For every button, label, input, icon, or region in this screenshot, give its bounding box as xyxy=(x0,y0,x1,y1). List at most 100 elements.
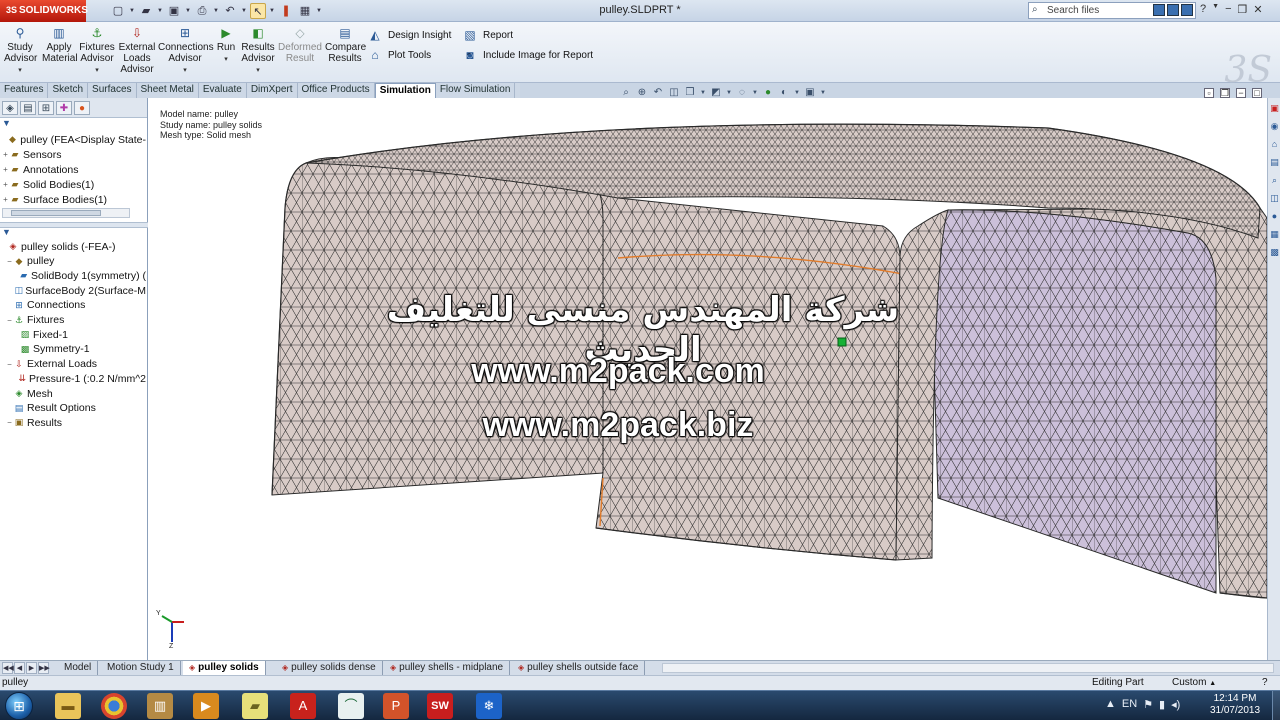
compare-results-button[interactable]: ▤ Compare Results xyxy=(325,24,366,64)
tree-horizontal-scrollbar[interactable] xyxy=(2,208,130,218)
appearances-icon[interactable]: ● xyxy=(1269,210,1280,222)
solidworks-resources-icon[interactable]: ◉ xyxy=(1269,120,1280,132)
dropdown-icon[interactable]: ▼ xyxy=(269,3,275,19)
powerpoint-icon[interactable]: P xyxy=(383,693,409,719)
custom-properties-icon[interactable]: ▦ xyxy=(1269,228,1280,240)
expand-icon[interactable]: − xyxy=(6,360,13,369)
dropdown-icon[interactable]: ▼ xyxy=(241,3,247,19)
dropdown-icon[interactable]: ▼ xyxy=(157,3,163,19)
windows-start-icon[interactable]: ⊞ xyxy=(5,692,33,720)
tree-item[interactable]: + ▰ Solid Bodies(1) xyxy=(0,177,146,192)
tab-simulation[interactable]: Simulation xyxy=(374,83,436,98)
study-tree-item[interactable]: − ⇩ External Loads xyxy=(0,357,146,372)
study-tree-item[interactable]: ◫ SurfaceBody 2(Surface-M xyxy=(0,283,146,298)
study-tree-item[interactable]: ◈ Mesh xyxy=(0,386,146,401)
rebuild-icon[interactable]: ❚ xyxy=(278,3,294,19)
solidworks-logo[interactable]: 3S SOLIDWORKS xyxy=(0,0,88,22)
flag-icon[interactable]: ⚑ xyxy=(1143,698,1153,711)
dropdown-icon[interactable]: ▾ xyxy=(4,65,36,76)
forum-icon[interactable]: ▩ xyxy=(1269,246,1280,258)
study-tree-item[interactable]: ▰ SolidBody 1(symmetry) ( xyxy=(0,268,146,283)
study-tab-pulley-shells-outside-face[interactable]: ◈ pulley shells outside face xyxy=(512,661,646,676)
dropdown-icon[interactable]: ▼ xyxy=(213,3,219,19)
snowflake-app-icon[interactable]: ❄ xyxy=(476,693,502,719)
expand-icon[interactable]: − xyxy=(6,316,13,325)
tab-sheet-metal[interactable]: Sheet Metal xyxy=(137,83,199,98)
study-tree-item[interactable]: − ◆ pulley xyxy=(0,254,146,269)
study-tree-item[interactable]: ▩ Symmetry-1 xyxy=(0,342,146,357)
connections-advisor-button[interactable]: ⊞ Connections Advisor ▾ xyxy=(158,24,214,76)
minimize-icon[interactable]: − xyxy=(1225,3,1231,16)
fixtures-advisor-button[interactable]: ⚓ Fixtures Advisor ▾ xyxy=(79,24,115,76)
dropdown-icon[interactable]: ▼ xyxy=(185,3,191,19)
previous-tab-icon[interactable]: ◀ xyxy=(14,662,25,674)
tree-item[interactable]: + ▰ Surface Bodies(1) xyxy=(0,192,146,207)
study-tree-item[interactable]: − ⚓ Fixtures xyxy=(0,313,146,328)
dimxpert-tab-icon[interactable]: ✚ xyxy=(56,101,72,115)
tab-features[interactable]: Features xyxy=(0,83,49,98)
restore-icon[interactable]: ❐ xyxy=(1220,88,1230,98)
graph-app-icon[interactable]: ⌒ xyxy=(338,693,364,719)
minimize-icon[interactable]: − xyxy=(1236,88,1246,98)
search-option-icon[interactable] xyxy=(1167,4,1179,16)
scrollbar-thumb[interactable] xyxy=(11,210,101,216)
restore-icon[interactable]: ❐ xyxy=(1238,3,1248,16)
study-tab-model[interactable]: Model xyxy=(58,661,99,676)
maximize-icon[interactable]: □ xyxy=(1252,88,1262,98)
tab-sketch[interactable]: Sketch xyxy=(48,83,89,98)
study-tab-pulley-solids-dense[interactable]: ◈ pulley solids dense xyxy=(276,661,383,676)
study-tree-item[interactable]: ▨ Fixed-1 xyxy=(0,327,146,342)
dropdown-icon[interactable]: ▾ xyxy=(158,65,212,76)
filter-icon[interactable]: ▼ xyxy=(0,118,147,129)
help-icon[interactable]: ? xyxy=(1200,3,1206,16)
configuration-manager-tab-icon[interactable]: ⊞ xyxy=(38,101,54,115)
volume-icon[interactable]: ◂) xyxy=(1171,698,1180,711)
last-tab-icon[interactable]: ▶▶ xyxy=(38,662,50,674)
tab-evaluate[interactable]: Evaluate xyxy=(199,83,247,98)
plot-tools-button[interactable]: ⌂ Plot Tools ▼ xyxy=(368,48,472,62)
search-box[interactable]: ⌕ Search files xyxy=(1028,2,1196,19)
sticky-notes-icon[interactable]: ▰ xyxy=(242,693,268,719)
study-tab-pulley-shells-midplane[interactable]: ◈ pulley shells - midplane xyxy=(384,661,511,676)
file-explorer-icon[interactable]: ▤ xyxy=(1269,156,1280,168)
simulation-advisor-icon[interactable]: ▣ xyxy=(1269,102,1280,114)
acrobat-icon[interactable]: A xyxy=(290,693,316,719)
show-desktop-button[interactable] xyxy=(1272,691,1280,720)
new-document-icon[interactable]: ▢ xyxy=(110,3,126,19)
dropdown-icon[interactable]: ▼ xyxy=(1212,3,1219,16)
study-tab-motion-study-1[interactable]: Motion Study 1 xyxy=(101,661,181,676)
bottom-horizontal-scrollbar[interactable] xyxy=(662,663,1274,673)
expand-icon[interactable]: + xyxy=(2,195,9,204)
run-button[interactable]: ▶ Run ▾ xyxy=(214,24,238,65)
apply-material-button[interactable]: ▥ Apply Material xyxy=(42,24,78,64)
dropdown-icon[interactable]: ▾ xyxy=(241,65,275,76)
expand-icon[interactable]: + xyxy=(2,180,9,189)
language-icon[interactable]: EN xyxy=(1122,698,1137,711)
search-option-icon[interactable] xyxy=(1181,4,1193,16)
tile-icon[interactable]: ▫ xyxy=(1204,88,1214,98)
report-button[interactable]: ▧ Report xyxy=(463,28,513,42)
design-insight-button[interactable]: ◭ Design Insight xyxy=(368,28,451,42)
dropdown-icon[interactable]: ▼ xyxy=(316,3,322,19)
graphics-area[interactable]: Model name: pulley Study name: pulley so… xyxy=(148,98,1267,660)
expand-icon[interactable]: + xyxy=(2,150,9,159)
filter-icon[interactable]: ▼ xyxy=(2,227,11,237)
save-icon[interactable]: ▣ xyxy=(166,3,182,19)
study-advisor-button[interactable]: ⚲ Study Advisor ▾ xyxy=(4,24,37,76)
select-pointer-icon[interactable]: ↖ xyxy=(250,3,266,19)
external-loads-advisor-button[interactable]: ⇩ External Loads Advisor xyxy=(118,24,156,75)
feature-manager-tab-icon[interactable]: ◈ xyxy=(2,101,18,115)
tree-item[interactable]: + ▰ Sensors xyxy=(0,147,146,162)
property-manager-tab-icon[interactable]: ▤ xyxy=(20,101,36,115)
taskbar-clock[interactable]: 12:14 PM 31/07/2013 xyxy=(1200,693,1270,717)
study-tree-item[interactable]: ⊞ Connections xyxy=(0,298,146,313)
next-tab-icon[interactable]: ▶ xyxy=(26,662,37,674)
dropdown-icon[interactable]: ▾ xyxy=(214,54,238,65)
display-manager-tab-icon[interactable]: ● xyxy=(74,101,90,115)
reference-triad[interactable]: Y Z xyxy=(154,608,186,648)
print-icon[interactable]: ⎙ xyxy=(194,3,210,19)
expand-icon[interactable]: − xyxy=(6,257,13,266)
first-tab-icon[interactable]: ◀◀ xyxy=(2,662,14,674)
expand-icon[interactable]: + xyxy=(2,165,9,174)
network-icon[interactable]: ▮ xyxy=(1159,698,1165,711)
